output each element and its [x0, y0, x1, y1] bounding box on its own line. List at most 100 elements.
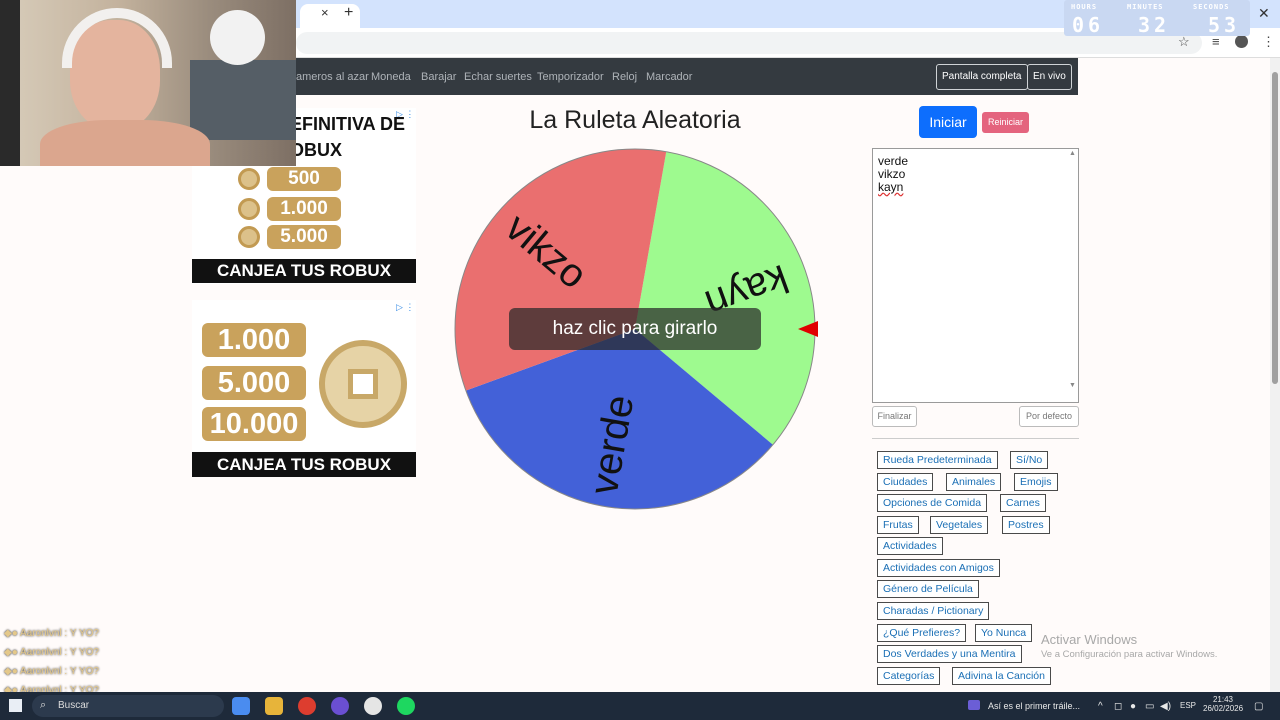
entry-line: kayn [878, 180, 904, 194]
microphone-icon[interactable]: ● [1130, 701, 1136, 712]
copilot-icon[interactable] [232, 697, 250, 715]
timer-minutes-label: MINUTES [1127, 3, 1164, 11]
network-icon[interactable]: ▭ [1145, 701, 1154, 712]
textarea-scroll-up-icon[interactable]: ▲ [1069, 150, 1076, 157]
activate-subtitle: Ve a Configuración para activar Windows. [1041, 649, 1218, 660]
ad1-banner[interactable]: CANJEA TUS ROBUX [192, 259, 416, 283]
ad1-title-line2: OBUX [290, 140, 343, 160]
preset-button[interactable]: Rueda Predeterminada [877, 451, 998, 469]
ad1-amount: 5.000 [267, 225, 341, 249]
bed [190, 60, 296, 140]
notifications-icon[interactable]: ▢ [1254, 701, 1263, 712]
robux-coin-icon [238, 198, 260, 220]
preset-button[interactable]: Dos Verdades y una Mentira [877, 645, 1022, 663]
spotify-icon[interactable] [397, 697, 415, 715]
ad2-amount: 10.000 [202, 407, 306, 441]
nav-link-barajar[interactable]: Barajar [421, 71, 456, 83]
timer-hours: 06 [1072, 13, 1105, 37]
preset-button[interactable]: Vegetales [930, 516, 989, 534]
ad2-amount: 1.000 [202, 323, 306, 357]
preset-button[interactable]: Ciudades [877, 473, 934, 491]
nav-link-reloj[interactable]: Reloj [612, 71, 637, 83]
preset-button[interactable]: Categorías [877, 667, 941, 685]
plush-toy [210, 10, 265, 65]
discord-icon[interactable] [331, 697, 349, 715]
clock-time: 21:43 [1212, 695, 1234, 704]
search-icon: ⌕ [40, 699, 47, 711]
ad2-banner[interactable]: CANJEA TUS ROBUX [192, 452, 416, 477]
robux-coin-icon [238, 168, 260, 190]
chrome-icon[interactable] [298, 697, 316, 715]
tab-close-icon[interactable]: × [321, 5, 329, 20]
chat-message: ◆● Aaronlvnl : Y YO? [4, 628, 99, 639]
window-close-icon[interactable]: ✕ [1258, 5, 1270, 22]
robux-logo-square [348, 369, 378, 399]
chat-text: Aaronlvnl : Y YO? [19, 666, 99, 677]
textarea-scroll-down-icon[interactable]: ▼ [1069, 382, 1076, 389]
preset-button[interactable]: Charadas / Pictionary [877, 602, 990, 620]
start-button[interactable]: Iniciar [919, 106, 977, 138]
preset-button[interactable]: Animales [946, 473, 1002, 491]
media-title[interactable]: Así es el primer tráile... [988, 701, 1080, 711]
page-scrollbar-thumb[interactable] [1272, 72, 1278, 384]
entries-textarea[interactable]: verde vikzo kayn [872, 148, 1079, 403]
media-app-icon [968, 700, 980, 710]
chat-text: Aaronlvnl : Y YO? [19, 628, 99, 639]
ad1-amount: 1.000 [267, 197, 341, 221]
shoulders [40, 120, 210, 166]
nav-link-temporizador[interactable]: Temporizador [537, 71, 604, 83]
clock-date: 26/02/2026 [1203, 704, 1244, 713]
browser-menu-icon[interactable]: ⋮ [1262, 34, 1275, 50]
language-indicator[interactable]: ESP [1180, 701, 1196, 710]
preset-button[interactable]: Carnes [1000, 494, 1046, 512]
preset-button[interactable]: Frutas [877, 516, 919, 534]
windows-start-icon[interactable] [9, 699, 22, 712]
timer-seconds-label: SECONDS [1193, 3, 1230, 11]
chat-message: ◆● Aaronlvnl : Y YO? [4, 666, 99, 677]
fullscreen-button[interactable]: Pantalla completa [936, 64, 1028, 90]
nav-link-marcador[interactable]: Marcador [646, 71, 692, 83]
preset-button[interactable]: Adivina la Canción [952, 667, 1051, 685]
adchoices-icon[interactable]: ▷ ⋮ [396, 302, 414, 313]
nav-link-moneda[interactable]: Moneda [371, 71, 411, 83]
new-tab-icon[interactable]: + [344, 4, 353, 22]
ad2-amount: 5.000 [202, 366, 306, 400]
page-title: La Ruleta Aleatoria [529, 106, 741, 134]
taskbar-search[interactable]: Buscar [32, 695, 224, 717]
activate-title: Activar Windows [1041, 632, 1138, 647]
reset-button[interactable]: Reiniciar [982, 112, 1029, 133]
ad1-amount: 500 [267, 167, 341, 191]
preset-button[interactable]: Emojis [1014, 473, 1058, 491]
preset-button[interactable]: Opciones de Comida [877, 494, 988, 512]
live-button[interactable]: En vivo [1027, 64, 1072, 90]
volume-icon[interactable]: ◀) [1160, 701, 1171, 712]
taskbar-clock[interactable]: 21:43 26/02/2026 [1203, 695, 1243, 713]
preset-button[interactable]: Género de Película [877, 580, 979, 598]
preset-button[interactable]: ¿Qué Prefieres? [877, 624, 967, 642]
spin-hint[interactable]: haz clic para girarlo [509, 308, 761, 350]
file-explorer-icon[interactable] [265, 697, 283, 715]
bookmark-star-icon[interactable]: ☆ [1178, 34, 1190, 50]
chat-message: ◆● Aaronlvnl : Y YO? [4, 647, 99, 658]
webcam-overlay [0, 0, 296, 166]
chair-back [0, 0, 20, 166]
default-button[interactable]: Por defecto [1019, 406, 1079, 427]
timer-hours-label: HOURS [1071, 3, 1098, 11]
tray-chevron-icon[interactable]: ^ [1098, 701, 1103, 712]
obs-icon[interactable] [364, 697, 382, 715]
timer-minutes: 32 [1138, 13, 1171, 37]
finish-button[interactable]: Finalizar [872, 406, 917, 427]
nav-link-numeros[interactable]: ameros al azar [296, 71, 369, 83]
entry-line: vikzo [878, 167, 906, 181]
preset-button[interactable]: Sí/No [1010, 451, 1049, 469]
tray-app-icon[interactable]: ◻ [1114, 701, 1122, 712]
panel-divider [872, 438, 1079, 439]
timer-seconds: 53 [1208, 13, 1241, 37]
preset-button[interactable]: Actividades con Amigos [877, 559, 1000, 577]
entry-line: verde [878, 154, 909, 168]
robux-coin-icon [238, 226, 260, 248]
preset-button[interactable]: Actividades [877, 537, 943, 555]
nav-link-echar-suertes[interactable]: Echar suertes [464, 71, 532, 83]
preset-button[interactable]: Yo Nunca [975, 624, 1033, 642]
preset-button[interactable]: Postres [1002, 516, 1050, 534]
